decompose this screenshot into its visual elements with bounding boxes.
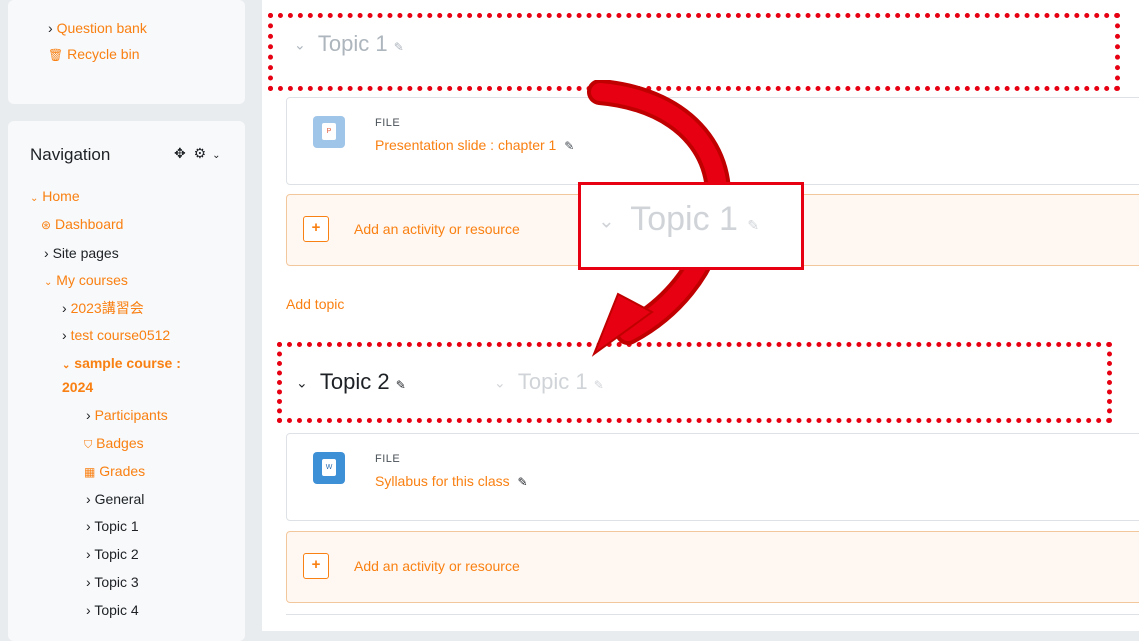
chevron-right-icon: ›	[62, 327, 67, 343]
table-icon: ▦	[84, 465, 96, 479]
nav-participants[interactable]: › Participants	[86, 406, 168, 424]
nav-course-sample[interactable]: ⌄ sample course :	[62, 354, 181, 375]
file-type-label: FILE	[375, 117, 401, 129]
chevron-right-icon: ›	[86, 574, 91, 590]
file-type-label: FILE	[375, 453, 401, 465]
nav-topic-4[interactable]: › Topic 4	[86, 601, 139, 619]
dashboard-icon: ⊛	[41, 218, 52, 232]
chevron-down-icon: ⌄	[30, 193, 39, 204]
dragged-topic-label: ⌄ Topic 1 ✎	[598, 200, 760, 238]
block-controls: ✥ ⚙ ⌄	[174, 145, 220, 162]
navigation-title: Navigation	[30, 145, 111, 164]
chevron-down-icon: ⌄	[44, 277, 53, 288]
nav-badges[interactable]: ⛉ Badges	[84, 434, 144, 454]
nav-topic-1[interactable]: › Topic 1	[86, 517, 139, 535]
plus-icon[interactable]: +	[303, 216, 329, 242]
trash-icon: 🗑	[48, 48, 64, 62]
add-activity-link-1[interactable]: Add an activity or resource	[354, 221, 520, 237]
nav-my-courses[interactable]: ⌄ My courses	[44, 271, 128, 292]
pencil-icon[interactable]: ✎	[518, 475, 528, 489]
plus-icon[interactable]: +	[303, 553, 329, 579]
chevron-right-icon: ›	[86, 518, 91, 534]
chevron-right-icon: ›	[86, 546, 91, 562]
chevron-right-icon: ›	[48, 20, 53, 36]
chevron-down-icon: ⌄	[62, 360, 71, 371]
nav-course-test[interactable]: › test course0512	[62, 326, 170, 344]
add-activity-link-2[interactable]: Add an activity or resource	[354, 558, 520, 574]
recycle-bin-link[interactable]: 🗑 Recycle bin	[48, 45, 140, 64]
chevron-right-icon: ›	[62, 300, 67, 316]
administration-block: › Question bank 🗑 Recycle bin	[8, 0, 245, 104]
powerpoint-file-icon: P	[313, 116, 345, 148]
nav-home[interactable]: ⌄ Home	[30, 187, 80, 208]
move-icon[interactable]: ✥	[174, 145, 186, 161]
nav-topic-2[interactable]: › Topic 2	[86, 545, 139, 563]
nav-site-pages[interactable]: › Site pages	[44, 244, 119, 262]
add-topic-link[interactable]: Add topic	[286, 296, 344, 312]
chevron-down-icon[interactable]: ⌄	[212, 150, 220, 161]
chevron-right-icon: ›	[86, 407, 91, 423]
nav-dashboard[interactable]: ⊛ Dashboard	[41, 215, 123, 234]
shield-icon: ⛉	[84, 439, 93, 451]
nav-general[interactable]: › General	[86, 490, 144, 508]
presentation-file-link[interactable]: Presentation slide : chapter 1 ✎	[375, 137, 574, 153]
chevron-right-icon: ›	[86, 602, 91, 618]
chevron-right-icon: ›	[44, 245, 49, 261]
nav-course-2023[interactable]: › 2023講習会	[62, 299, 144, 317]
pencil-icon: ✎	[747, 217, 760, 233]
chevron-right-icon: ›	[86, 491, 91, 507]
section-divider	[286, 614, 1139, 615]
syllabus-file-link[interactable]: Syllabus for this class ✎	[375, 473, 528, 489]
word-file-icon: W	[313, 452, 345, 484]
nav-topic-3[interactable]: › Topic 3	[86, 573, 139, 591]
nav-grades[interactable]: ▦ Grades	[84, 462, 145, 481]
gear-icon[interactable]: ⚙	[194, 145, 207, 161]
question-bank-link[interactable]: › Question bank	[48, 19, 147, 37]
left-sidebar: › Question bank 🗑 Recycle bin Navigation…	[0, 0, 262, 641]
chevron-down-icon: ⌄	[598, 210, 615, 233]
nav-course-sample-year[interactable]: 2024	[62, 378, 93, 396]
